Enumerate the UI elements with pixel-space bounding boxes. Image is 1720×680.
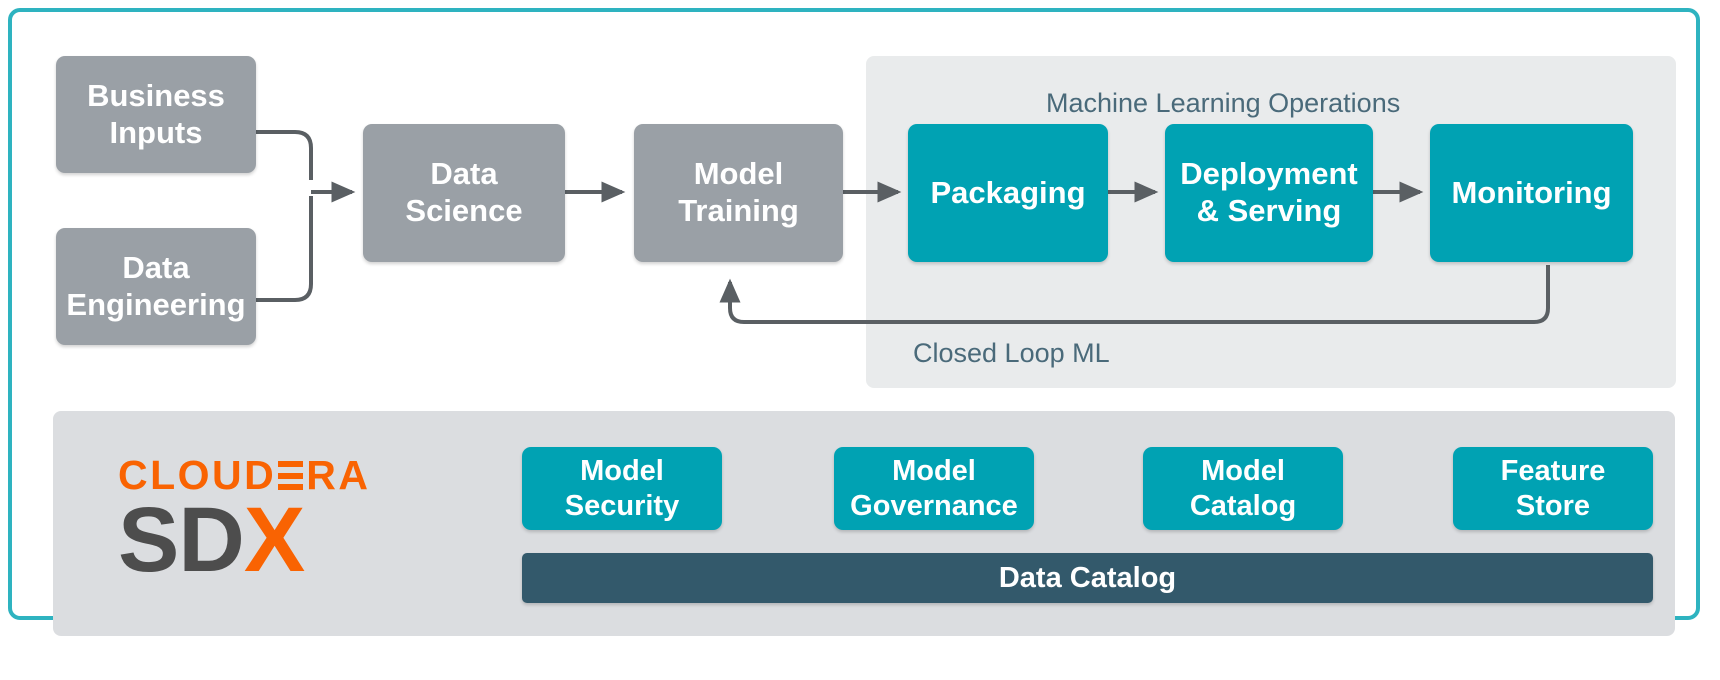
mlops-panel-title: Machine Learning Operations	[1046, 88, 1401, 118]
node-monitoring-label: Monitoring	[1451, 174, 1612, 210]
cloudera-sdx-logo: CLOUD RA SDX	[118, 452, 371, 587]
node-model-training[interactable]: Model Training	[634, 124, 843, 262]
cloudera-wordmark-post: RA	[306, 452, 371, 498]
node-model-catalog[interactable]: Model Catalog	[1143, 447, 1343, 530]
node-data-catalog-label: Data Catalog	[998, 561, 1177, 594]
node-model-training-label: Model Training	[678, 156, 799, 228]
diagram-canvas: Machine Learning Operations Closed Loop …	[0, 0, 1720, 680]
node-data-engineering-label: Data Engineering	[66, 249, 246, 322]
node-data-catalog[interactable]: Data Catalog	[522, 553, 1653, 603]
node-monitoring[interactable]: Monitoring	[1430, 124, 1633, 262]
node-feature-store[interactable]: Feature Store	[1453, 447, 1653, 530]
sdx-wordmark-x: X	[243, 489, 305, 591]
sdx-wordmark-sd: SD	[118, 489, 245, 591]
cloudera-stylized-e-icon	[278, 461, 304, 490]
sdx-wordmark: SDX	[118, 494, 370, 586]
node-model-governance-label: Model Governance	[850, 455, 1018, 522]
node-data-engineering[interactable]: Data Engineering	[56, 228, 256, 345]
node-deployment-serving[interactable]: Deployment & Serving	[1165, 124, 1373, 262]
node-model-catalog-label: Model Catalog	[1189, 455, 1297, 522]
node-business-inputs[interactable]: Business Inputs	[56, 56, 256, 173]
node-packaging-label: Packaging	[930, 174, 1086, 210]
node-model-security-label: Model Security	[564, 455, 680, 522]
node-feature-store-label: Feature Store	[1500, 455, 1606, 522]
node-data-science[interactable]: Data Science	[363, 124, 565, 262]
node-data-science-label: Data Science	[405, 156, 523, 228]
node-packaging[interactable]: Packaging	[908, 124, 1108, 262]
node-business-inputs-label: Business Inputs	[87, 77, 225, 150]
closed-loop-ml-label: Closed Loop ML	[913, 338, 1110, 368]
node-model-security[interactable]: Model Security	[522, 447, 722, 530]
node-deployment-serving-label: Deployment & Serving	[1180, 156, 1358, 228]
node-model-governance[interactable]: Model Governance	[834, 447, 1034, 530]
